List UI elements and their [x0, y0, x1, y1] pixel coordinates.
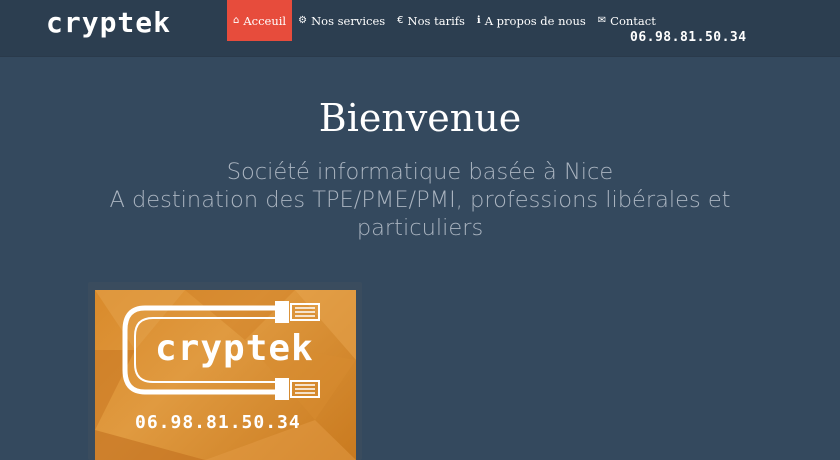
- nav-item-label: A propos de nous: [484, 13, 586, 28]
- logo-image: cryptek 06.98.81.50.34: [95, 290, 356, 460]
- brand-logo[interactable]: cryptek: [46, 6, 171, 39]
- nav-item-services[interactable]: ⚙ Nos services: [292, 0, 391, 41]
- home-icon: ⌂: [233, 14, 240, 26]
- nav-item-a-propos[interactable]: ℹ A propos de nous: [471, 0, 592, 41]
- nav-item-label: Contact: [610, 13, 656, 28]
- euro-icon: €: [397, 14, 404, 26]
- page-title: Bienvenue: [318, 96, 522, 140]
- nav-item-tarifs[interactable]: € Nos tarifs: [391, 0, 471, 41]
- nav-item-accueil[interactable]: ⌂ Acceuil: [227, 0, 293, 41]
- logo-phone-number: 06.98.81.50.34: [135, 412, 301, 433]
- subtitle-line-1: Société informatique basée à Nice: [226, 159, 614, 185]
- cogs-icon: ⚙: [298, 14, 308, 26]
- info-icon: ℹ: [476, 14, 481, 26]
- nav-item-label: Nos services: [311, 13, 386, 28]
- logo-artwork: [95, 290, 356, 460]
- envelope-icon: ✉: [597, 14, 607, 26]
- phone-number[interactable]: 06.98.81.50.34: [630, 30, 747, 45]
- logo-wordmark: cryptek: [155, 328, 314, 369]
- hero-subtitle: Société informatique basée à Nice A dest…: [60, 158, 780, 242]
- subtitle-line-2: A destination des TPE/PME/PMI, professio…: [109, 187, 731, 241]
- main-nav: ⌂ Acceuil ⚙ Nos services € Nos tarifs ℹ …: [227, 0, 662, 41]
- nav-item-label: Nos tarifs: [407, 13, 465, 28]
- navbar: cryptek ⌂ Acceuil ⚙ Nos services € Nos t…: [0, 0, 840, 57]
- nav-item-label: Acceuil: [243, 13, 287, 28]
